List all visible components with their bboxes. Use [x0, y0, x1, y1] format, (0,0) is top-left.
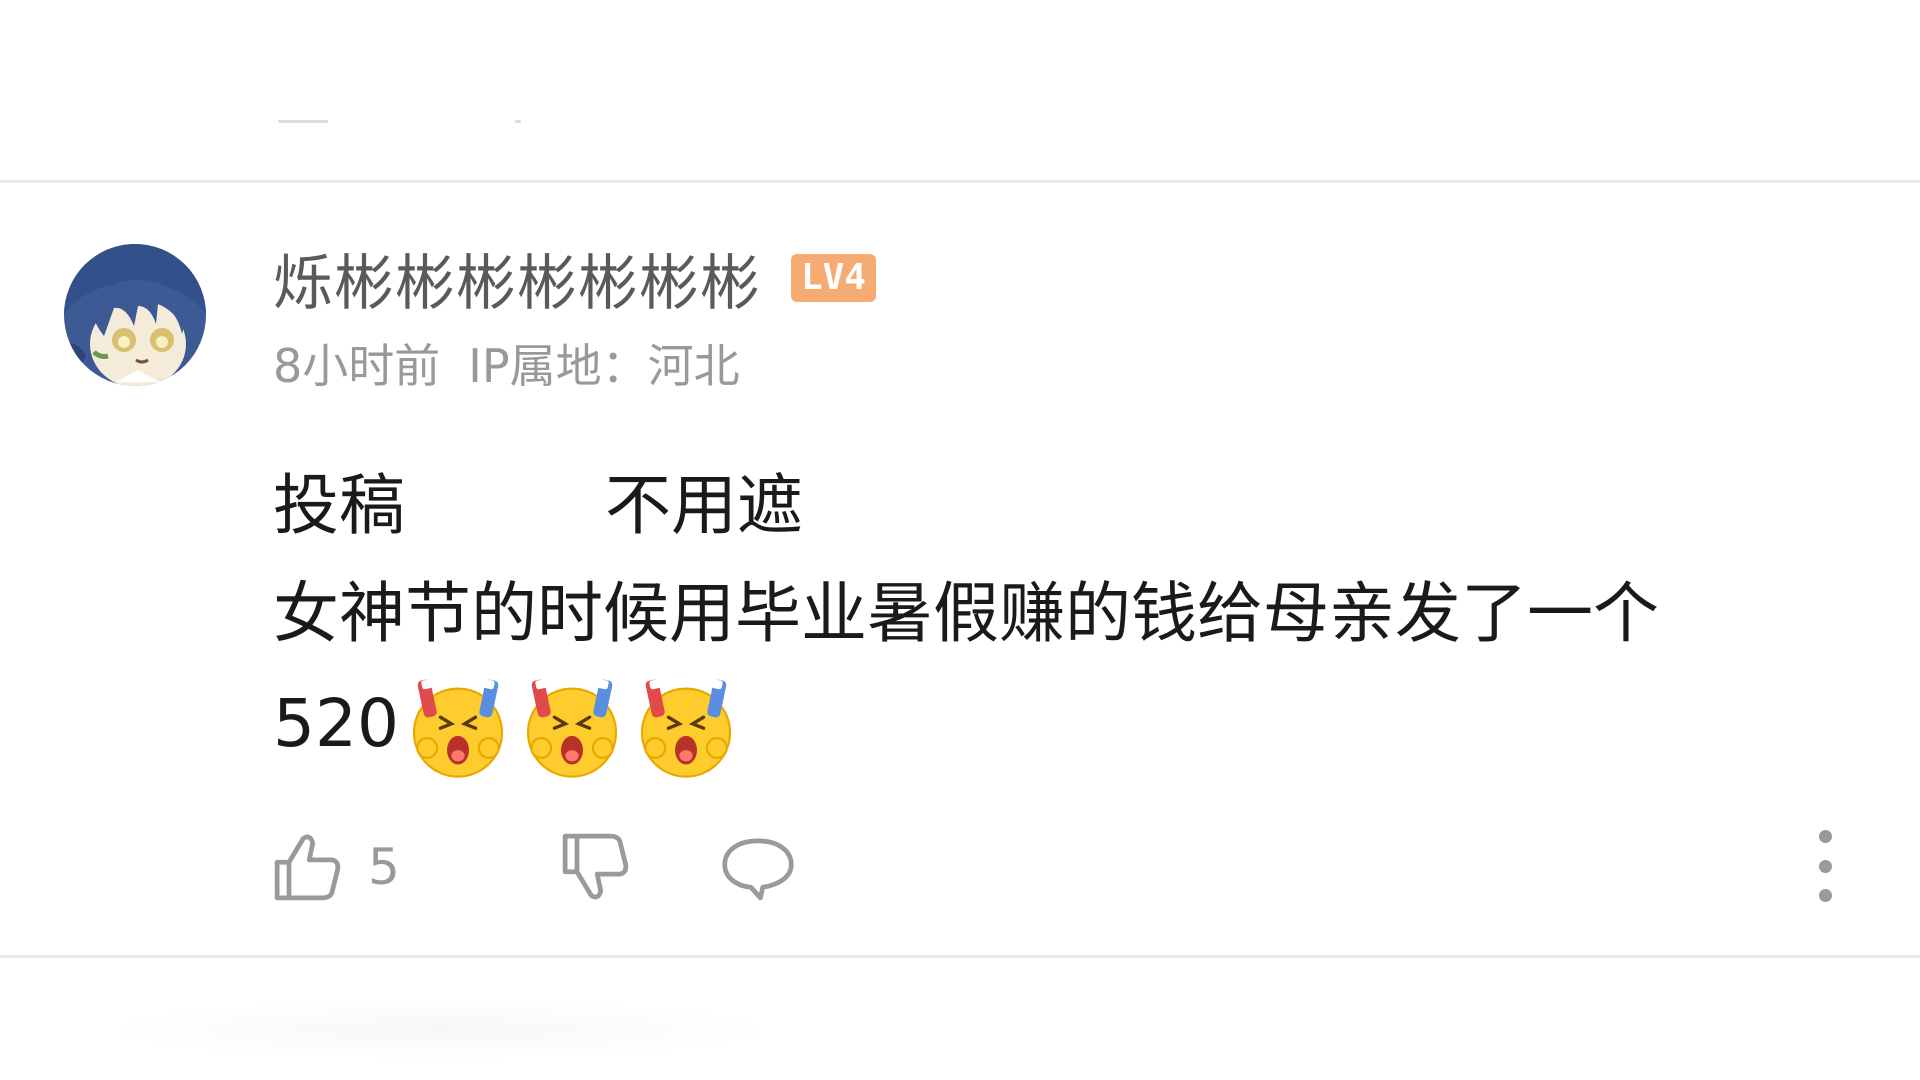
- level-badge: LV4: [791, 254, 877, 302]
- comment-time: 8小时前: [273, 339, 441, 393]
- previous-content-fragment: [515, 120, 521, 123]
- comment-actions: 5: [270, 826, 796, 908]
- comment-line: 女神节的时候用毕业暑假赚的钱给母亲发了一个: [273, 575, 1659, 652]
- more-dot: [1818, 830, 1832, 843]
- avatar-image: [64, 244, 206, 386]
- comment-line: 520: [273, 668, 1659, 781]
- comment-line: 投稿 不用遮: [273, 452, 1659, 560]
- next-comment-area: [100, 1000, 780, 1060]
- bottom-divider: [0, 955, 1920, 958]
- comment-meta: 8小时前 IP属地：河北: [273, 330, 740, 396]
- shocked-emoji: [631, 671, 741, 781]
- comment-page: 烁彬彬彬彬彬彬彬 LV4 8小时前 IP属地：河北 投稿 不用遮 女神节的时候用…: [0, 0, 1920, 1080]
- more-dot: [1818, 859, 1832, 873]
- shocked-emoji: [403, 671, 513, 781]
- ip-location: IP属地：河北: [468, 339, 740, 393]
- comment-body: 投稿 不用遮 女神节的时候用毕业暑假赚的钱给母亲发了一个 520: [273, 452, 1659, 781]
- thumbs-up-icon[interactable]: [270, 829, 346, 905]
- comment-text-part: 不用遮: [605, 467, 803, 544]
- like-count: 5: [368, 838, 400, 896]
- previous-comment-area: [0, 0, 1920, 180]
- previous-content-fragment: [278, 120, 328, 123]
- username[interactable]: 烁彬彬彬彬彬彬彬: [273, 235, 761, 322]
- emoji-group: [399, 668, 741, 781]
- avatar[interactable]: [64, 244, 206, 386]
- comment-text-part: 520: [273, 685, 399, 763]
- more-dot: [1818, 889, 1832, 902]
- more-vertical-icon[interactable]: [1800, 830, 1850, 902]
- user-header: 烁彬彬彬彬彬彬彬 LV4: [273, 238, 877, 319]
- comment-text-part: 投稿: [273, 467, 405, 544]
- shocked-emoji: [517, 671, 627, 781]
- thumbs-down-icon[interactable]: [558, 829, 634, 905]
- top-divider: [0, 180, 1920, 183]
- comment-bubble-icon[interactable]: [720, 829, 796, 905]
